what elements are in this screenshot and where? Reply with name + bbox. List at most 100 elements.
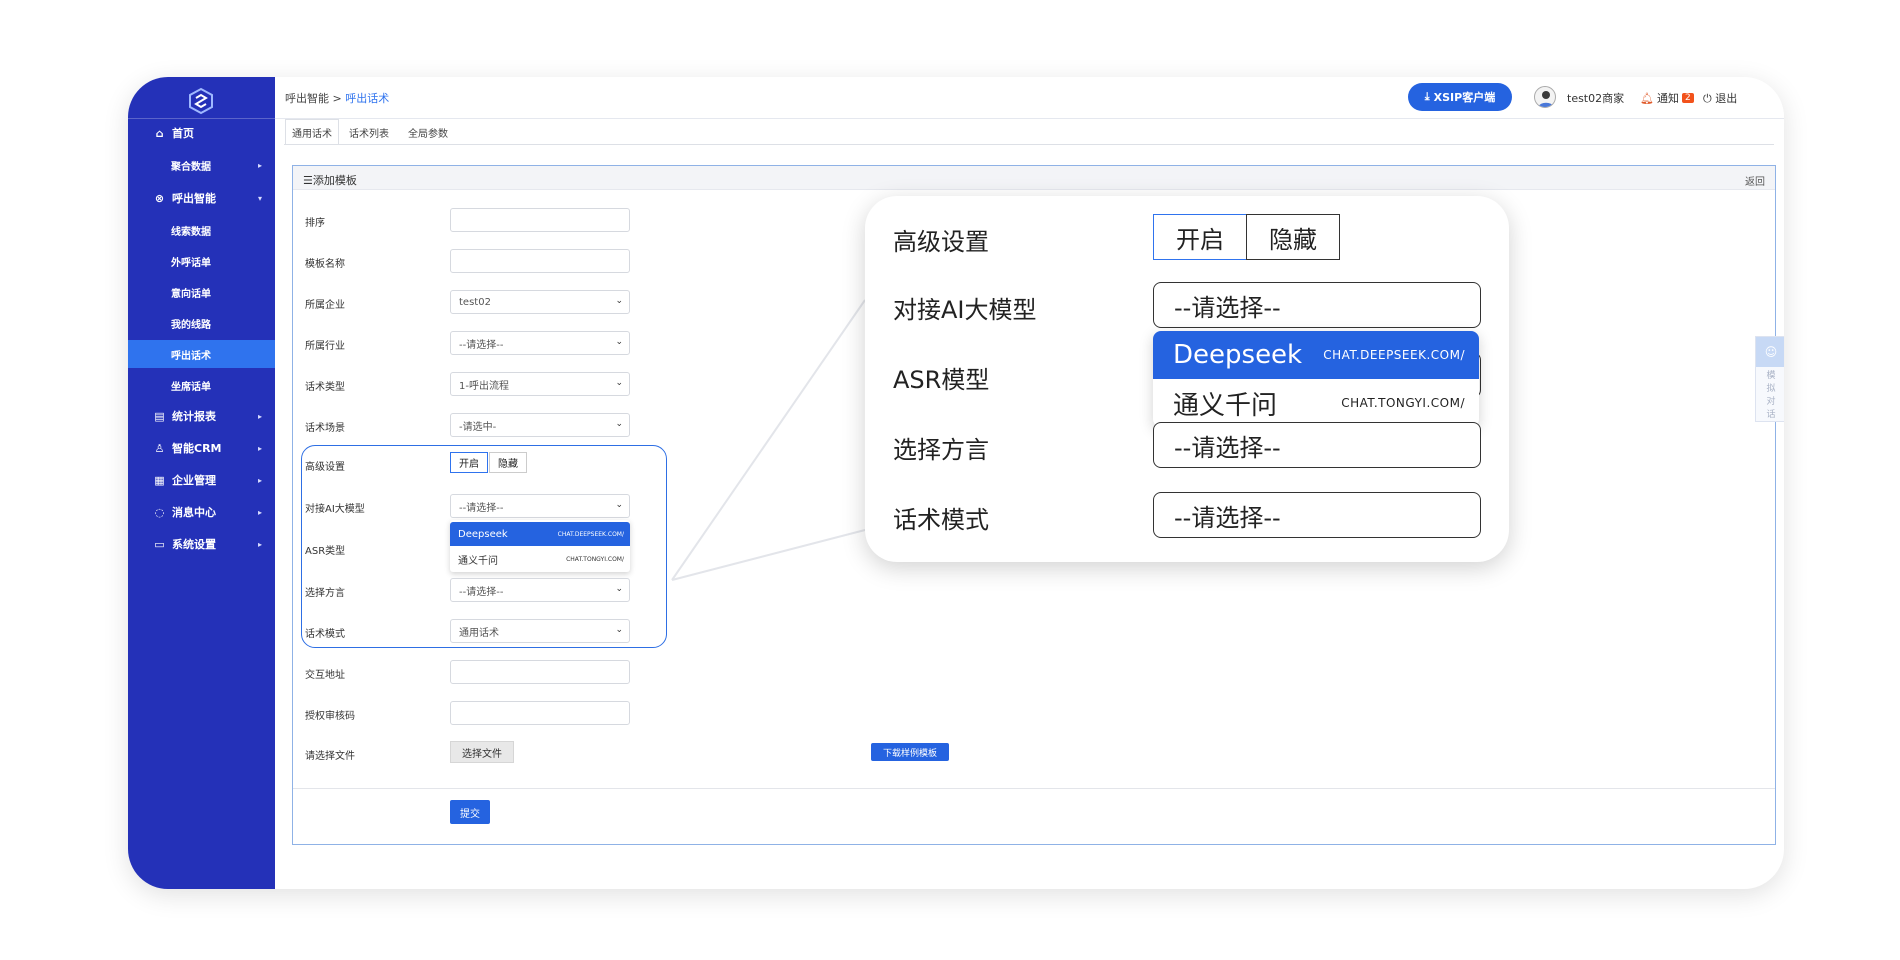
- zoom-asr-label: ASR模型: [893, 366, 990, 394]
- script-mode-select[interactable]: 通用话术 ⌄: [450, 619, 630, 643]
- script-mode-value: 通用话术: [459, 627, 499, 639]
- zoom-ai-option-deepseek[interactable]: Deepseek CHAT.DEEPSEEK.COM/: [1153, 331, 1479, 379]
- sidebar-item-4[interactable]: 外呼话单: [128, 247, 275, 275]
- logout-button[interactable]: ⏻ 退出: [1703, 90, 1737, 106]
- download-icon: ⤓: [1424, 90, 1430, 103]
- script-type-select[interactable]: 1-呼出流程 ⌄: [450, 372, 630, 396]
- zoom-ai-model-select[interactable]: --请选择--: [1153, 282, 1481, 328]
- chevron-down-icon: ⌄: [615, 500, 623, 510]
- ai-model-label: 对接AI大模型: [305, 504, 365, 515]
- sidebar-item-label: 首页: [172, 127, 194, 140]
- sidebar-item-6[interactable]: 我的线路: [128, 309, 275, 337]
- dialect-label: 选择方言: [305, 588, 345, 599]
- tab-global-params[interactable]: 全局参数: [399, 119, 457, 145]
- sidebar-item-11[interactable]: ▦ 企业管理 ▸: [128, 466, 275, 494]
- submit-button[interactable]: 提交: [450, 800, 490, 824]
- outbound-icon: ⊗: [154, 191, 165, 205]
- building-icon: ▦: [154, 473, 165, 487]
- sidebar-item-2[interactable]: ⊗ 呼出智能 ▾: [128, 184, 275, 212]
- interact-url-label: 交互地址: [305, 670, 345, 681]
- breadcrumb-parent[interactable]: 呼出智能 >: [285, 92, 342, 105]
- advanced-off-button[interactable]: 隐藏: [489, 452, 527, 473]
- tab-general-script[interactable]: 通用话术: [285, 119, 339, 145]
- form-divider: [293, 788, 1775, 789]
- simulate-dialog-widget[interactable]: ☺ 模 拟 对 话: [1755, 336, 1784, 422]
- sidebar-item-9[interactable]: ▤ 统计报表 ▸: [128, 402, 275, 430]
- sidebar-item-13[interactable]: ▭ 系统设置 ▸: [128, 530, 275, 558]
- company-select[interactable]: test02 ⌄: [450, 290, 630, 314]
- xsip-client-button[interactable]: ⤓ XSIP客户端: [1408, 83, 1512, 111]
- industry-select[interactable]: --请选择-- ⌄: [450, 331, 630, 355]
- back-link[interactable]: 返回: [1745, 173, 1765, 188]
- company-value: test02: [459, 296, 491, 308]
- sidebar-item-12[interactable]: ◌ 消息中心 ▸: [128, 498, 275, 526]
- report-icon: ▤: [154, 409, 165, 423]
- option-name: Deepseek: [458, 528, 508, 540]
- download-template-button[interactable]: 下载样例模板: [871, 743, 949, 761]
- avatar[interactable]: [1534, 86, 1556, 108]
- sidebar-item-label: 企业管理: [172, 474, 216, 487]
- sidebar-item-label: 呼出智能: [172, 192, 216, 205]
- sidebar-item-5[interactable]: 意向话单: [128, 278, 275, 306]
- asr-type-label: ASR类型: [305, 546, 346, 557]
- notice-button[interactable]: 🔔︎ 通知 2: [1640, 90, 1694, 106]
- sidebar-item-label: 我的线路: [171, 319, 211, 331]
- sidebar-item-label: 线索数据: [171, 226, 211, 238]
- zoom-advanced-on-button[interactable]: 开启: [1153, 214, 1247, 260]
- script-type-value: 1-呼出流程: [459, 380, 509, 392]
- ai-option-tongyi[interactable]: 通义千问 CHAT.TONGYI.COM/: [450, 547, 630, 571]
- company-label: 所属企业: [305, 300, 345, 311]
- zoom-ai-option-tongyi[interactable]: 通义千问 CHAT.TONGYI.COM/: [1153, 379, 1479, 427]
- auth-code-input[interactable]: [450, 701, 630, 725]
- sidebar-item-label: 系统设置: [172, 538, 216, 551]
- choose-file-button[interactable]: 选择文件: [450, 741, 514, 763]
- sidebar-item-label: 呼出话术: [171, 350, 211, 362]
- option-name: 通义千问: [1173, 390, 1278, 421]
- zoom-mode-select[interactable]: --请选择--: [1153, 492, 1481, 538]
- caret-right-icon: ▸: [257, 475, 262, 485]
- caret-right-icon: ▸: [257, 507, 262, 517]
- sort-input[interactable]: [450, 208, 630, 232]
- dialect-select[interactable]: --请选择-- ⌄: [450, 578, 630, 602]
- interact-url-input[interactable]: [450, 660, 630, 684]
- sidebar-item-1[interactable]: 聚合数据 ▸: [128, 151, 275, 179]
- zoom-ai-model-dropdown: Deepseek CHAT.DEEPSEEK.COM/ 通义千问 CHAT.TONG…: [1153, 331, 1479, 427]
- sidebar-item-label: 坐席话单: [171, 381, 211, 393]
- ai-model-value: --请选择--: [459, 502, 504, 514]
- template-name-input[interactable]: [450, 249, 630, 273]
- breadcrumb: 呼出智能 > 呼出话术: [285, 90, 389, 106]
- username[interactable]: test02商家: [1567, 90, 1624, 106]
- ai-option-deepseek[interactable]: Deepseek CHAT.DEEPSEEK.COM/: [450, 522, 630, 546]
- logout-label: 退出: [1715, 92, 1738, 105]
- option-url: CHAT.DEEPSEEK.COM/: [1323, 348, 1465, 362]
- advanced-on-button[interactable]: 开启: [450, 452, 488, 473]
- script-scene-select[interactable]: -请选中- ⌄: [450, 413, 630, 437]
- sidebar-item-label: 聚合数据: [171, 161, 211, 173]
- notice-label: 通知: [1656, 92, 1679, 105]
- tab-label: 全局参数: [408, 128, 448, 140]
- sidebar-item-3[interactable]: 线索数据: [128, 216, 275, 244]
- ai-model-select[interactable]: --请选择-- ⌄: [450, 494, 630, 518]
- sort-label: 排序: [305, 218, 325, 229]
- chevron-down-icon: ⌄: [615, 296, 623, 306]
- tab-bar: 通用话术 话术列表 全局参数: [275, 119, 1784, 145]
- tab-script-list[interactable]: 话术列表: [341, 119, 397, 145]
- zoom-advanced-off-button[interactable]: 隐藏: [1246, 214, 1340, 260]
- zoom-callout: 高级设置 开启 隐藏 对接AI大模型 --请选择-- ASR模型 Deepsee…: [865, 196, 1509, 562]
- crm-icon: ♙: [154, 441, 165, 455]
- sidebar-item-8[interactable]: 坐席话单: [128, 371, 275, 399]
- widget-char: 话: [1766, 410, 1776, 420]
- sidebar-item-0[interactable]: ⌂ 首页: [128, 119, 275, 147]
- chevron-down-icon: ⌄: [615, 419, 623, 429]
- robot-icon: ☺: [1756, 337, 1784, 367]
- sidebar-item-7[interactable]: 呼出话术: [128, 340, 275, 368]
- user-avatar-icon: [1538, 91, 1554, 107]
- advanced-label: 高级设置: [305, 462, 345, 473]
- option-url: CHAT.DEEPSEEK.COM/: [557, 530, 624, 538]
- caret-right-icon: ▸: [257, 160, 262, 170]
- sidebar-item-10[interactable]: ♙ 智能CRM ▸: [128, 434, 275, 462]
- option-url: CHAT.TONGYI.COM/: [1341, 396, 1465, 410]
- zoom-dialect-select[interactable]: --请选择--: [1153, 422, 1481, 468]
- chevron-down-icon: ⌄: [615, 337, 623, 347]
- breadcrumb-current: 呼出话术: [345, 92, 390, 105]
